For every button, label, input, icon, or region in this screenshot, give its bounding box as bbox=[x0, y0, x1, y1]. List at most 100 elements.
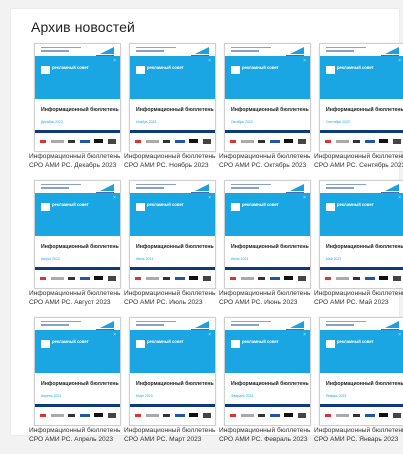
bulletin-thumbnail[interactable]: рекламный совет × Информационный бюллете… bbox=[34, 43, 121, 152]
thumbnail-header-text bbox=[136, 47, 176, 54]
thumbnail-banner: рекламный совет × bbox=[130, 330, 215, 373]
thumbnail-banner: рекламный совет × bbox=[225, 56, 310, 99]
thumbnail-banner: рекламный совет × bbox=[35, 56, 120, 99]
x-mark-icon: × bbox=[303, 332, 306, 338]
bulletin-thumbnail[interactable]: рекламный совет × Информационный бюллете… bbox=[34, 317, 121, 426]
bulletin-caption[interactable]: Информационный бюллетень СРО АМИ РС. Окт… bbox=[219, 152, 319, 170]
partner-logos bbox=[230, 274, 306, 282]
caption-line-1: Информационный бюллетень bbox=[219, 153, 311, 160]
partner-logos bbox=[325, 137, 401, 145]
bulletin-thumbnail[interactable]: рекламный совет × Информационный бюллете… bbox=[319, 43, 403, 152]
bulletin-caption[interactable]: Информационный бюллетень СРО АМИ РС. Янв… bbox=[314, 426, 403, 444]
divider bbox=[320, 130, 403, 133]
bulletin-card[interactable]: рекламный совет × Информационный бюллете… bbox=[314, 317, 403, 454]
divider bbox=[35, 130, 120, 133]
bulletin-label: Информационный бюллетень bbox=[136, 381, 214, 387]
square-icon bbox=[326, 203, 335, 211]
bulletin-thumbnail[interactable]: рекламный совет × Информационный бюллете… bbox=[34, 180, 121, 289]
bulletin-caption[interactable]: Информационный бюллетень СРО АМИ РС. Июн… bbox=[219, 289, 319, 307]
ami-logo-icon bbox=[290, 184, 304, 191]
caption-line-1: Информационный бюллетень bbox=[314, 153, 403, 160]
x-mark-icon: × bbox=[398, 332, 401, 338]
brand-label: рекламный совет bbox=[242, 339, 279, 344]
ami-logo-icon bbox=[100, 47, 114, 54]
divider bbox=[225, 404, 310, 407]
bulletin-grid: рекламный совет × Информационный бюллете… bbox=[29, 43, 403, 454]
bulletin-caption[interactable]: Информационный бюллетень СРО АМИ РС. Июл… bbox=[124, 289, 224, 307]
divider bbox=[130, 130, 215, 133]
brand-label: рекламный совет bbox=[147, 339, 184, 344]
thumbnail-banner: рекламный совет × bbox=[320, 193, 403, 236]
bulletin-card[interactable]: рекламный совет × Информационный бюллете… bbox=[124, 43, 219, 180]
brand-label: рекламный совет bbox=[147, 65, 184, 70]
square-icon bbox=[231, 66, 240, 74]
bulletin-card[interactable]: рекламный совет × Информационный бюллете… bbox=[219, 180, 314, 317]
caption-line-2: СРО АМИ РС. Апрель 2023 bbox=[29, 436, 114, 443]
bulletin-thumbnail[interactable]: рекламный совет × Информационный бюллете… bbox=[129, 317, 216, 426]
brand-label: рекламный совет bbox=[242, 202, 279, 207]
x-mark-icon: × bbox=[113, 195, 116, 201]
thumbnail-banner: рекламный совет × bbox=[130, 56, 215, 99]
bulletin-month: Сентябрь 2023 bbox=[326, 120, 350, 124]
bulletin-card[interactable]: рекламный совет × Информационный бюллете… bbox=[29, 180, 124, 317]
bulletin-card[interactable]: рекламный совет × Информационный бюллете… bbox=[124, 317, 219, 454]
brand-label: рекламный совет bbox=[337, 202, 374, 207]
bulletin-caption[interactable]: Информационный бюллетень СРО АМИ РС. Сен… bbox=[314, 152, 403, 170]
bulletin-thumbnail[interactable]: рекламный совет × Информационный бюллете… bbox=[319, 180, 403, 289]
x-mark-icon: × bbox=[303, 58, 306, 64]
square-icon bbox=[136, 66, 145, 74]
thumbnail-header-text bbox=[41, 47, 81, 54]
bulletin-month: Апрель 2023 bbox=[41, 394, 61, 398]
bulletin-thumbnail[interactable]: рекламный совет × Информационный бюллете… bbox=[224, 180, 311, 289]
bulletin-caption[interactable]: Информационный бюллетень СРО АМИ РС. Май… bbox=[314, 289, 403, 307]
caption-line-2: СРО АМИ РС. Декабрь 2023 bbox=[29, 162, 117, 169]
partner-logos bbox=[230, 411, 306, 419]
bulletin-card[interactable]: рекламный совет × Информационный бюллете… bbox=[219, 43, 314, 180]
brand-label: рекламный совет bbox=[337, 65, 374, 70]
bulletin-thumbnail[interactable]: рекламный совет × Информационный бюллете… bbox=[224, 317, 311, 426]
bulletin-card[interactable]: рекламный совет × Информационный бюллете… bbox=[29, 317, 124, 454]
partner-logos bbox=[40, 274, 116, 282]
bulletin-caption[interactable]: Информационный бюллетень СРО АМИ РС. Фев… bbox=[219, 426, 319, 444]
bulletin-card[interactable]: рекламный совет × Информационный бюллете… bbox=[314, 180, 403, 317]
caption-line-2: СРО АМИ РС. Июнь 2023 bbox=[219, 299, 298, 306]
x-mark-icon: × bbox=[113, 58, 116, 64]
bulletin-label: Информационный бюллетень bbox=[136, 107, 214, 113]
thumbnail-header-text bbox=[136, 184, 176, 191]
bulletin-caption[interactable]: Информационный бюллетень СРО АМИ РС. Дек… bbox=[29, 152, 129, 170]
bulletin-caption[interactable]: Информационный бюллетень СРО АМИ РС. Апр… bbox=[29, 426, 129, 444]
ami-logo-icon bbox=[195, 321, 209, 328]
ami-logo-icon bbox=[385, 184, 399, 191]
bulletin-card[interactable]: рекламный совет × Информационный бюллете… bbox=[314, 43, 403, 180]
bulletin-month: Июнь 2023 bbox=[231, 257, 249, 261]
bulletin-caption[interactable]: Информационный бюллетень СРО АМИ РС. Авг… bbox=[29, 289, 129, 307]
bulletin-thumbnail[interactable]: рекламный совет × Информационный бюллете… bbox=[319, 317, 403, 426]
bulletin-card[interactable]: рекламный совет × Информационный бюллете… bbox=[29, 43, 124, 180]
caption-line-1: Информационный бюллетень bbox=[124, 153, 216, 160]
divider bbox=[35, 267, 120, 270]
partner-logos bbox=[135, 411, 211, 419]
bulletin-thumbnail[interactable]: рекламный совет × Информационный бюллете… bbox=[224, 43, 311, 152]
bulletin-month: Август 2023 bbox=[41, 257, 60, 261]
brand-label: рекламный совет bbox=[52, 339, 89, 344]
square-icon bbox=[326, 66, 335, 74]
caption-line-2: СРО АМИ РС. Сентябрь 2023 bbox=[314, 162, 403, 169]
partner-logos bbox=[40, 411, 116, 419]
bulletin-caption[interactable]: Информационный бюллетень СРО АМИ РС. Ноя… bbox=[124, 152, 224, 170]
brand-label: рекламный совет bbox=[52, 202, 89, 207]
bulletin-thumbnail[interactable]: рекламный совет × Информационный бюллете… bbox=[129, 43, 216, 152]
bulletin-card[interactable]: рекламный совет × Информационный бюллете… bbox=[124, 180, 219, 317]
bulletin-caption[interactable]: Информационный бюллетень СРО АМИ РС. Мар… bbox=[124, 426, 224, 444]
square-icon bbox=[326, 340, 335, 348]
bulletin-label: Информационный бюллетень bbox=[231, 107, 309, 113]
thumbnail-banner: рекламный совет × bbox=[35, 330, 120, 373]
bulletin-thumbnail[interactable]: рекламный совет × Информационный бюллете… bbox=[129, 180, 216, 289]
bulletin-month: Февраль 2023 bbox=[231, 394, 254, 398]
divider bbox=[320, 267, 403, 270]
bulletin-card[interactable]: рекламный совет × Информационный бюллете… bbox=[219, 317, 314, 454]
bulletin-label: Информационный бюллетень bbox=[41, 244, 119, 250]
caption-line-2: СРО АМИ РС. Март 2023 bbox=[124, 436, 202, 443]
caption-line-1: Информационный бюллетень bbox=[124, 290, 216, 297]
divider bbox=[225, 267, 310, 270]
caption-line-2: СРО АМИ РС. Октябрь 2023 bbox=[219, 162, 307, 169]
